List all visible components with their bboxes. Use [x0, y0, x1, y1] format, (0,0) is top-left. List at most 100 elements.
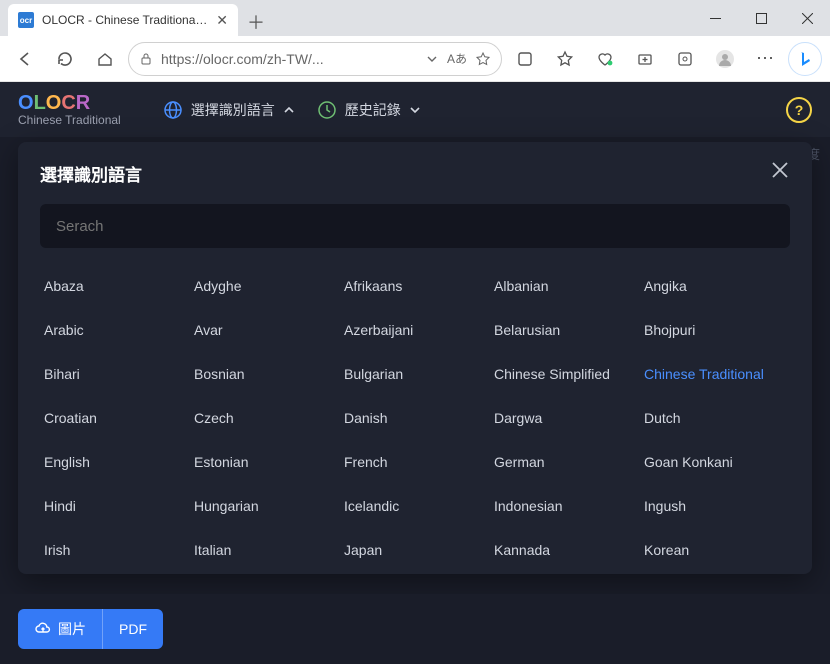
language-option[interactable]: Abaza: [40, 264, 190, 308]
collections-button[interactable]: [628, 42, 662, 76]
language-grid: AbazaAdygheAfrikaansAlbanianAngika Arabic…: [40, 264, 790, 574]
nav-language-label: 選擇識別語言: [191, 100, 275, 120]
app-root: OLOCR Chinese Traditional 選擇識別語言 歷史記錄 ? …: [0, 82, 830, 664]
maximize-icon: [756, 13, 767, 24]
language-option[interactable]: Azerbaijani: [340, 308, 490, 352]
brand-subtitle: Chinese Traditional: [18, 114, 121, 127]
language-option[interactable]: Albanian: [490, 264, 640, 308]
url-text: https://olocr.com/zh-TW/...: [161, 51, 417, 67]
health-button[interactable]: [588, 42, 622, 76]
cloud-upload-icon: [34, 622, 52, 636]
language-option[interactable]: Avar: [190, 308, 340, 352]
language-option[interactable]: Hindi: [40, 484, 190, 528]
app-button[interactable]: [668, 42, 702, 76]
language-option[interactable]: Angika: [640, 264, 790, 308]
language-option[interactable]: Goan Konkani: [640, 440, 790, 484]
nav-history[interactable]: 歷史記錄: [317, 100, 421, 120]
modal-title: 選擇識別語言: [40, 161, 142, 186]
language-option[interactable]: English: [40, 440, 190, 484]
globe-icon: [163, 100, 183, 120]
language-option[interactable]: Bulgarian: [340, 352, 490, 396]
language-option[interactable]: Arabic: [40, 308, 190, 352]
favorites-button[interactable]: [548, 42, 582, 76]
language-option[interactable]: French: [340, 440, 490, 484]
language-option[interactable]: Estonian: [190, 440, 340, 484]
minimize-icon: [710, 13, 721, 24]
tab-close-icon[interactable]: ✕: [216, 12, 228, 29]
chevron-down-icon[interactable]: [425, 52, 439, 66]
language-option[interactable]: Bhojpuri: [640, 308, 790, 352]
avatar-icon: [715, 49, 735, 69]
language-option[interactable]: Bihari: [40, 352, 190, 396]
language-option[interactable]: Indonesian: [490, 484, 640, 528]
language-option[interactable]: Chinese Traditional: [640, 352, 790, 396]
language-option[interactable]: Hungarian: [190, 484, 340, 528]
close-icon: [770, 160, 790, 180]
bing-button[interactable]: [788, 42, 822, 76]
extensions-button[interactable]: [508, 42, 542, 76]
language-option[interactable]: German: [490, 440, 640, 484]
address-bar[interactable]: https://olocr.com/zh-TW/... Aあ: [128, 42, 502, 76]
heart-icon: [596, 50, 614, 68]
browser-tab[interactable]: ocr OLOCR - Chinese Traditional OCR ✕: [8, 4, 238, 36]
search-input[interactable]: [56, 218, 774, 235]
lock-icon: [139, 52, 153, 66]
language-modal: 選擇識別語言 AbazaAdygheAfrikaansAlbanianAngik…: [18, 142, 812, 574]
upload-image-label: 圖片: [58, 619, 86, 639]
app-icon: [676, 50, 694, 68]
browser-titlebar: ocr OLOCR - Chinese Traditional OCR ✕ ＋: [0, 0, 830, 36]
nav-history-label: 歷史記錄: [345, 100, 401, 120]
translate-icon[interactable]: Aあ: [447, 50, 467, 67]
refresh-button[interactable]: [48, 42, 82, 76]
language-option[interactable]: Bosnian: [190, 352, 340, 396]
language-option[interactable]: Korean: [640, 528, 790, 572]
language-option[interactable]: Ingush: [640, 484, 790, 528]
collections-icon: [636, 50, 654, 68]
star-outline-icon: [556, 50, 574, 68]
language-search[interactable]: [40, 204, 790, 248]
language-option[interactable]: Dargwa: [490, 396, 640, 440]
app-header: OLOCR Chinese Traditional 選擇識別語言 歷史記錄 ?: [0, 82, 830, 137]
language-option[interactable]: Afrikaans: [340, 264, 490, 308]
puzzle-icon: [516, 50, 534, 68]
browser-toolbar: https://olocr.com/zh-TW/... Aあ ⋯: [0, 36, 830, 82]
new-tab-button[interactable]: ＋: [242, 8, 270, 36]
back-button[interactable]: [8, 42, 42, 76]
refresh-icon: [56, 50, 74, 68]
language-option[interactable]: Kannada: [490, 528, 640, 572]
language-option[interactable]: Belarusian: [490, 308, 640, 352]
window-minimize-button[interactable]: [692, 0, 738, 36]
language-option[interactable]: Icelandic: [340, 484, 490, 528]
language-option[interactable]: Croatian: [40, 396, 190, 440]
language-option[interactable]: Japan: [340, 528, 490, 572]
arrow-left-icon: [16, 50, 34, 68]
home-icon: [96, 50, 114, 68]
chevron-up-icon: [283, 104, 295, 116]
language-option[interactable]: Czech: [190, 396, 340, 440]
language-option[interactable]: Adyghe: [190, 264, 340, 308]
nav-language-selector[interactable]: 選擇識別語言: [163, 100, 295, 120]
brand[interactable]: OLOCR Chinese Traditional: [18, 92, 121, 127]
clock-icon: [317, 100, 337, 120]
modal-close-button[interactable]: [770, 160, 790, 186]
favicon: ocr: [18, 12, 34, 28]
language-option[interactable]: Irish: [40, 528, 190, 572]
window-maximize-button[interactable]: [738, 0, 784, 36]
help-button[interactable]: ?: [786, 97, 812, 123]
bing-icon: [796, 50, 814, 68]
star-icon[interactable]: [475, 51, 491, 67]
brand-logo: OLOCR: [18, 92, 121, 114]
language-option[interactable]: Chinese Simplified: [490, 352, 640, 396]
menu-button[interactable]: ⋯: [748, 42, 782, 76]
app-footer: 圖片 PDF: [0, 594, 830, 664]
window-close-button[interactable]: [784, 0, 830, 36]
profile-button[interactable]: [708, 42, 742, 76]
language-option[interactable]: Danish: [340, 396, 490, 440]
upload-pdf-button[interactable]: PDF: [102, 609, 163, 649]
close-icon: [802, 13, 813, 24]
upload-button-group: 圖片 PDF: [18, 609, 163, 649]
upload-image-button[interactable]: 圖片: [18, 609, 102, 649]
language-option[interactable]: Italian: [190, 528, 340, 572]
home-button[interactable]: [88, 42, 122, 76]
language-option[interactable]: Dutch: [640, 396, 790, 440]
